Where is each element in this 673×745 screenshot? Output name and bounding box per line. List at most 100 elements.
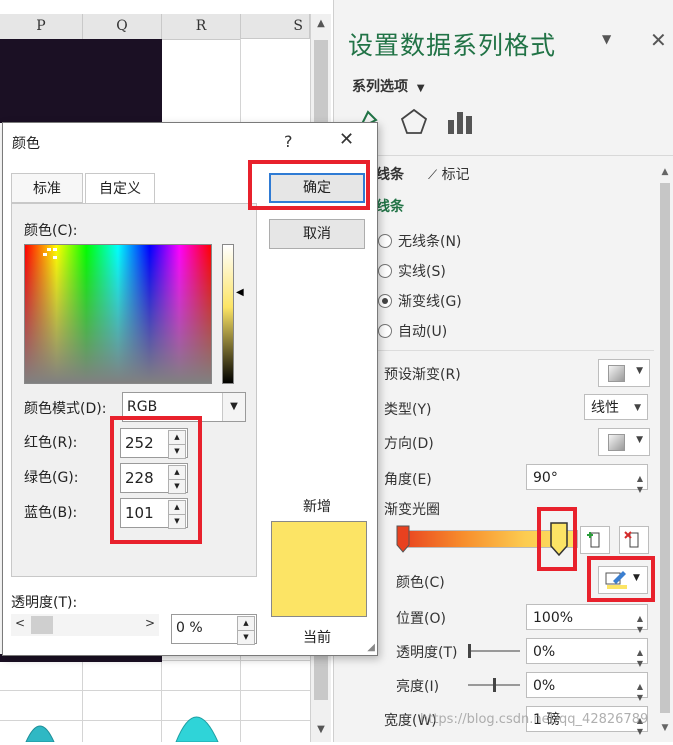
angle-spinner[interactable]: 90° ▲ ▼: [526, 464, 648, 494]
column-header-s[interactable]: S: [241, 14, 310, 39]
color-spectrum-picker[interactable]: [24, 244, 212, 384]
position-spinner[interactable]: 100% ▲ ▼: [526, 604, 648, 634]
slider-right-arrow-icon[interactable]: >: [145, 616, 155, 630]
color-mode-select[interactable]: RGB ▼: [122, 392, 246, 422]
stop-color-picker-button[interactable]: ▼: [598, 566, 648, 594]
tab-marker[interactable]: ⟋ 标记: [428, 164, 470, 184]
type-label: 类型(Y): [384, 402, 432, 418]
series-options-dropdown[interactable]: 系列选项 ▼: [352, 76, 425, 96]
spin-down-icon[interactable]: ▼: [168, 479, 186, 494]
luminance-pointer-icon[interactable]: ◀: [236, 287, 244, 298]
ok-button[interactable]: 确定: [269, 173, 365, 203]
red-label: 红色(R):: [24, 435, 78, 451]
remove-stop-icon: [624, 531, 639, 548]
radio-gradient-line[interactable]: 渐变线(G): [378, 291, 462, 311]
chart-plot-area: [0, 39, 162, 123]
spin-up-icon[interactable]: ▲: [168, 500, 186, 515]
spin-up-icon[interactable]: ▲: [237, 616, 255, 631]
resize-grip-icon[interactable]: ◢: [367, 642, 375, 653]
slider-knob[interactable]: [31, 616, 53, 634]
color-indicator-bar: [607, 585, 627, 589]
transparency-spinner[interactable]: 0% ▲ ▼: [526, 638, 648, 668]
tab-line[interactable]: 线条: [376, 164, 404, 184]
chevron-down-icon: ▼: [633, 573, 640, 583]
gradient-stops-label: 渐变光圈: [384, 502, 440, 518]
add-stop-icon: [587, 532, 600, 548]
transparency-slider[interactable]: [468, 644, 520, 658]
tab-marker-label: 标记: [441, 167, 470, 183]
column-header-r[interactable]: R: [162, 14, 241, 40]
spectrum-cursor-icon: [43, 248, 57, 259]
panel-options-dropdown-icon[interactable]: ▼: [602, 32, 611, 46]
new-color-label: 新增: [303, 499, 331, 515]
green-spinner[interactable]: 228 ▲ ▼: [120, 463, 188, 494]
transparency-slider[interactable]: < >: [11, 614, 159, 636]
preset-gradient-dropdown[interactable]: ▼: [598, 359, 650, 387]
section-line-title[interactable]: 线条: [376, 196, 404, 216]
spin-down-icon[interactable]: ▼: [168, 514, 186, 529]
slider-left-arrow-icon[interactable]: <: [15, 616, 25, 630]
type-value: 线性: [591, 400, 619, 416]
spin-down-icon[interactable]: ▼: [168, 444, 186, 459]
angle-label: 角度(E): [384, 472, 432, 488]
position-value: 100%: [533, 610, 574, 626]
brightness-slider[interactable]: [468, 678, 520, 692]
close-icon[interactable]: ✕: [650, 28, 667, 52]
gradient-stop-handle-selected[interactable]: [550, 522, 568, 556]
spin-down-icon[interactable]: ▼: [237, 630, 255, 645]
column-header-q[interactable]: Q: [83, 14, 162, 40]
add-gradient-stop-button[interactable]: [580, 526, 610, 554]
chevron-down-icon: ▼: [416, 83, 425, 94]
scroll-down-arrow-icon[interactable]: ▼: [656, 723, 673, 733]
panel-title: 设置数据系列格式: [348, 31, 557, 60]
column-header-p[interactable]: P: [0, 14, 83, 40]
radio-solid-line[interactable]: 实线(S): [378, 261, 446, 281]
grid-line: [0, 690, 310, 691]
preset-gradient-label: 预设渐变(R): [384, 367, 461, 383]
scroll-down-arrow-icon[interactable]: ▼: [311, 720, 331, 740]
brightness-spinner[interactable]: 0% ▲ ▼: [526, 672, 648, 702]
blue-value: 101: [125, 504, 154, 522]
blue-spinner[interactable]: 101 ▲ ▼: [120, 498, 188, 529]
spin-up-icon[interactable]: ▲: [168, 430, 186, 445]
luminance-slider[interactable]: [222, 244, 234, 384]
gradient-stop-handle[interactable]: [396, 525, 410, 553]
sheet-top-strip: [0, 0, 310, 14]
radio-button[interactable]: [378, 264, 392, 278]
radio-button-checked[interactable]: [378, 294, 392, 308]
radio-button[interactable]: [378, 324, 392, 338]
red-spinner[interactable]: 252 ▲ ▼: [120, 428, 188, 459]
series-options-label: 系列选项: [352, 79, 408, 95]
radio-automatic[interactable]: 自动(U): [378, 321, 447, 341]
transparency-spinner[interactable]: 0 % ▲ ▼: [171, 614, 257, 645]
marker-line-icon: ⟋: [428, 168, 438, 183]
panel-scrollbar[interactable]: ▲ ▼: [656, 163, 673, 742]
tab-custom[interactable]: 自定义: [85, 173, 155, 204]
effects-pentagon-icon[interactable]: [398, 106, 430, 138]
close-icon[interactable]: ✕: [339, 129, 354, 150]
transparency-value: 0%: [533, 644, 556, 660]
series-options-bars-icon[interactable]: [444, 106, 476, 138]
radio-no-line[interactable]: 无线条(N): [378, 231, 461, 251]
scroll-up-arrow-icon[interactable]: ▲: [311, 14, 331, 34]
radio-button[interactable]: [378, 234, 392, 248]
spin-down-icon[interactable]: ▼: [637, 477, 643, 503]
cancel-button[interactable]: 取消: [269, 219, 365, 249]
divider: [334, 155, 673, 156]
chevron-down-icon: ▼: [634, 403, 641, 413]
slider-knob[interactable]: [493, 678, 496, 692]
scroll-up-arrow-icon[interactable]: ▲: [656, 167, 673, 177]
scrollbar-thumb[interactable]: [660, 183, 670, 713]
remove-gradient-stop-button[interactable]: [619, 526, 649, 554]
type-dropdown[interactable]: 线性 ▼: [584, 394, 648, 420]
tab-standard[interactable]: 标准: [11, 173, 83, 203]
spin-up-icon[interactable]: ▲: [168, 465, 186, 480]
help-button[interactable]: ?: [284, 132, 293, 151]
chevron-down-icon[interactable]: ▼: [222, 393, 245, 421]
watermark: https://blog.csdn.net/qq_42826789: [420, 712, 649, 727]
green-label: 绿色(G):: [24, 470, 79, 486]
chevron-down-icon: ▼: [636, 435, 643, 445]
slider-knob[interactable]: [468, 644, 471, 658]
gradient-swatch-icon: [608, 365, 625, 382]
direction-dropdown[interactable]: ▼: [598, 428, 650, 456]
